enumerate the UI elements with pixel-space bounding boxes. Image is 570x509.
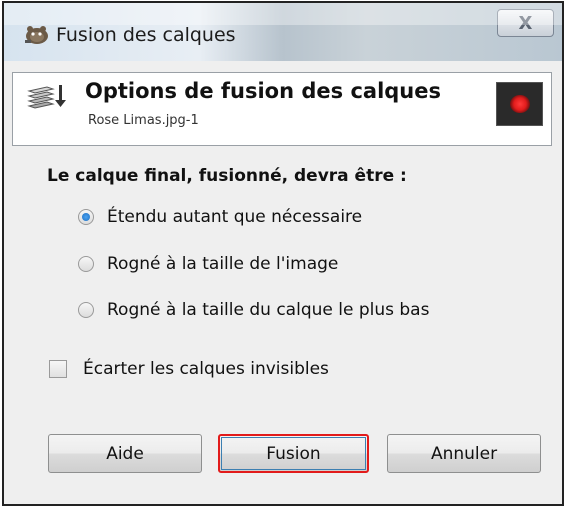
window-frame — [2, 1, 564, 506]
screenshot: Fusion des calques X Options de fusion d… — [0, 0, 570, 509]
